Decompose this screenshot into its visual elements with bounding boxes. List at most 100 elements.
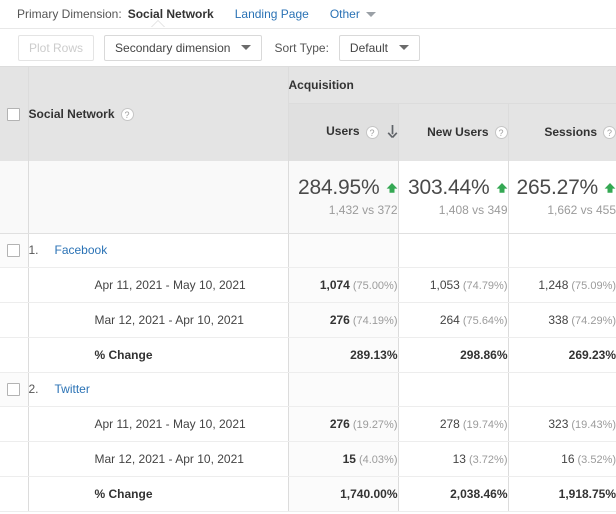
- checkbox-unchecked-icon[interactable]: [7, 244, 21, 258]
- question-mark-icon[interactable]: ?: [494, 126, 508, 140]
- column-header-users[interactable]: Users?: [287, 103, 398, 161]
- report-table: Social Network? Acquisition Users? New U…: [0, 67, 616, 512]
- row-new-users-percent: (3.72%): [468, 453, 508, 466]
- table-group-header-row: Social Network? Acquisition: [0, 67, 616, 161]
- secondary-dimension-label: Secondary dimension: [115, 40, 231, 55]
- summary-sessions-compare: 1,662 vs 455: [547, 203, 616, 218]
- table-row-change: % Change 1,740.00% 2,038.46% 1,918.75%: [0, 476, 616, 512]
- question-mark-icon[interactable]: ?: [120, 108, 134, 122]
- row-new-users-cell: 1,053 (74.79%): [397, 267, 508, 303]
- summary-dimension-cell: [28, 161, 289, 234]
- row-checkbox-cell: [0, 302, 29, 338]
- chevron-down-icon: [365, 11, 376, 17]
- table-row-change: % Change 289.13% 298.86% 269.23%: [0, 337, 616, 373]
- checkbox-unchecked-icon[interactable]: [7, 108, 21, 122]
- summary-checkbox-cell: [0, 161, 29, 234]
- row-index: 2.: [28, 382, 39, 396]
- row-sessions-percent: (75.09%): [571, 279, 616, 292]
- group-users-cell: [287, 233, 398, 268]
- row-sessions-value: 323: [548, 416, 569, 431]
- table-group-row: 2. Twitter: [0, 372, 616, 407]
- row-sessions-cell: 1,248 (75.09%): [507, 267, 616, 303]
- question-mark-icon[interactable]: ?: [603, 126, 616, 140]
- table-summary-row: 284.95% 1,432 vs 372 303.44% 1,408 vs 34…: [0, 161, 616, 234]
- row-users-value: 15: [342, 451, 356, 466]
- row-users-value: 276: [329, 312, 350, 327]
- primary-dimension-other-label: Other: [329, 7, 360, 21]
- row-sessions-cell: 1,918.75%: [507, 476, 616, 512]
- group-new-users-cell: [397, 233, 508, 268]
- acquisition-group-header: Acquisition: [287, 67, 616, 104]
- summary-new-users-compare: 1,408 vs 349: [438, 203, 508, 218]
- summary-users-cell: 284.95% 1,432 vs 372: [287, 161, 398, 234]
- row-users-percent: (19.27%): [352, 418, 398, 431]
- column-header-sessions[interactable]: Sessions?: [507, 103, 616, 161]
- group-sessions-cell: [507, 372, 616, 407]
- arrow-up-icon: [386, 182, 398, 197]
- row-sessions-cell: 338 (74.29%): [507, 302, 616, 338]
- table-row: Apr 11, 2021 - May 10, 2021 1,074 (75.00%…: [0, 267, 616, 303]
- group-users-cell: [287, 372, 398, 407]
- arrow-up-icon: [496, 182, 508, 197]
- primary-dimension-other-menu[interactable]: Other: [330, 7, 376, 21]
- dimension-header-cell[interactable]: Social Network?: [28, 67, 289, 161]
- column-header-users-label: Users: [326, 124, 360, 139]
- row-new-users-percent: (19.74%): [462, 418, 508, 431]
- row-sessions-percent: (19.43%): [571, 418, 616, 431]
- row-label-cell: Mar 12, 2021 - Apr 10, 2021: [28, 302, 288, 338]
- chevron-down-icon: [398, 45, 409, 50]
- chevron-down-icon: [241, 45, 252, 50]
- acquisition-group-label: Acquisition: [288, 77, 354, 92]
- row-new-users-value: 13: [452, 451, 466, 466]
- row-sessions-value: 16: [561, 451, 575, 466]
- row-new-users-percent: (75.64%): [462, 314, 508, 327]
- row-sessions-cell: 16 (3.52%): [507, 441, 616, 477]
- social-network-link[interactable]: Twitter: [55, 382, 90, 396]
- row-new-users-cell: 298.86%: [397, 337, 508, 373]
- sort-type-label: Sort Type:: [274, 40, 329, 55]
- row-checkbox-cell: [0, 267, 29, 303]
- primary-dimension-tab-landing-page[interactable]: Landing Page: [235, 7, 309, 21]
- sort-type-value: Default: [349, 40, 388, 55]
- arrow-up-icon: [604, 182, 616, 197]
- row-users-value: 1,074: [319, 277, 350, 292]
- row-sessions-percent: (3.52%): [577, 453, 616, 466]
- checkbox-unchecked-icon[interactable]: [7, 383, 21, 397]
- row-checkbox-cell: [0, 476, 29, 512]
- select-all-cell: [0, 67, 29, 161]
- row-checkbox-cell: [0, 441, 29, 477]
- table-row: Mar 12, 2021 - Apr 10, 2021 276 (74.19%) …: [0, 302, 616, 338]
- sort-type-select[interactable]: Default: [338, 34, 420, 61]
- question-mark-icon[interactable]: ?: [365, 125, 379, 139]
- arrow-down-icon[interactable]: [387, 125, 398, 141]
- row-new-users-percent: (74.79%): [462, 279, 508, 292]
- group-name-cell: 1. Facebook: [28, 233, 288, 268]
- table-toolbar: Plot Rows Secondary dimension Sort Type:…: [0, 29, 616, 66]
- row-users-cell: 276 (74.19%): [287, 302, 398, 338]
- plot-rows-button[interactable]: Plot Rows: [18, 34, 95, 61]
- row-checkbox-cell: [0, 337, 29, 373]
- row-sessions-value: 338: [548, 312, 569, 327]
- row-sessions-cell: 269.23%: [507, 337, 616, 373]
- summary-users-compare: 1,432 vs 372: [328, 203, 398, 218]
- row-label-cell: % Change: [28, 337, 288, 373]
- group-sessions-cell: [507, 233, 616, 268]
- row-new-users-cell: 2,038.46%: [397, 476, 508, 512]
- row-users-percent: (74.19%): [352, 314, 398, 327]
- row-new-users-value: 278: [439, 416, 460, 431]
- summary-new-users-percent: 303.44%: [407, 176, 490, 200]
- primary-dimension-active-tab[interactable]: Social Network: [128, 7, 214, 21]
- social-network-link[interactable]: Facebook: [55, 243, 108, 257]
- row-label-cell: Apr 11, 2021 - May 10, 2021: [28, 267, 288, 303]
- group-name-cell: 2. Twitter: [28, 372, 288, 407]
- row-users-cell: 289.13%: [287, 337, 398, 373]
- summary-new-users-cell: 303.44% 1,408 vs 349: [397, 161, 508, 234]
- row-index: 1.: [28, 243, 39, 257]
- row-new-users-value: 1,053: [429, 277, 460, 292]
- column-header-new-users[interactable]: New Users?: [397, 103, 508, 161]
- row-users-cell: 276 (19.27%): [287, 406, 398, 442]
- report-table-container: Social Network? Acquisition Users? New U…: [0, 66, 616, 512]
- row-label-cell: Mar 12, 2021 - Apr 10, 2021: [28, 441, 288, 477]
- row-users-value: 276: [329, 416, 350, 431]
- secondary-dimension-button[interactable]: Secondary dimension: [104, 34, 263, 61]
